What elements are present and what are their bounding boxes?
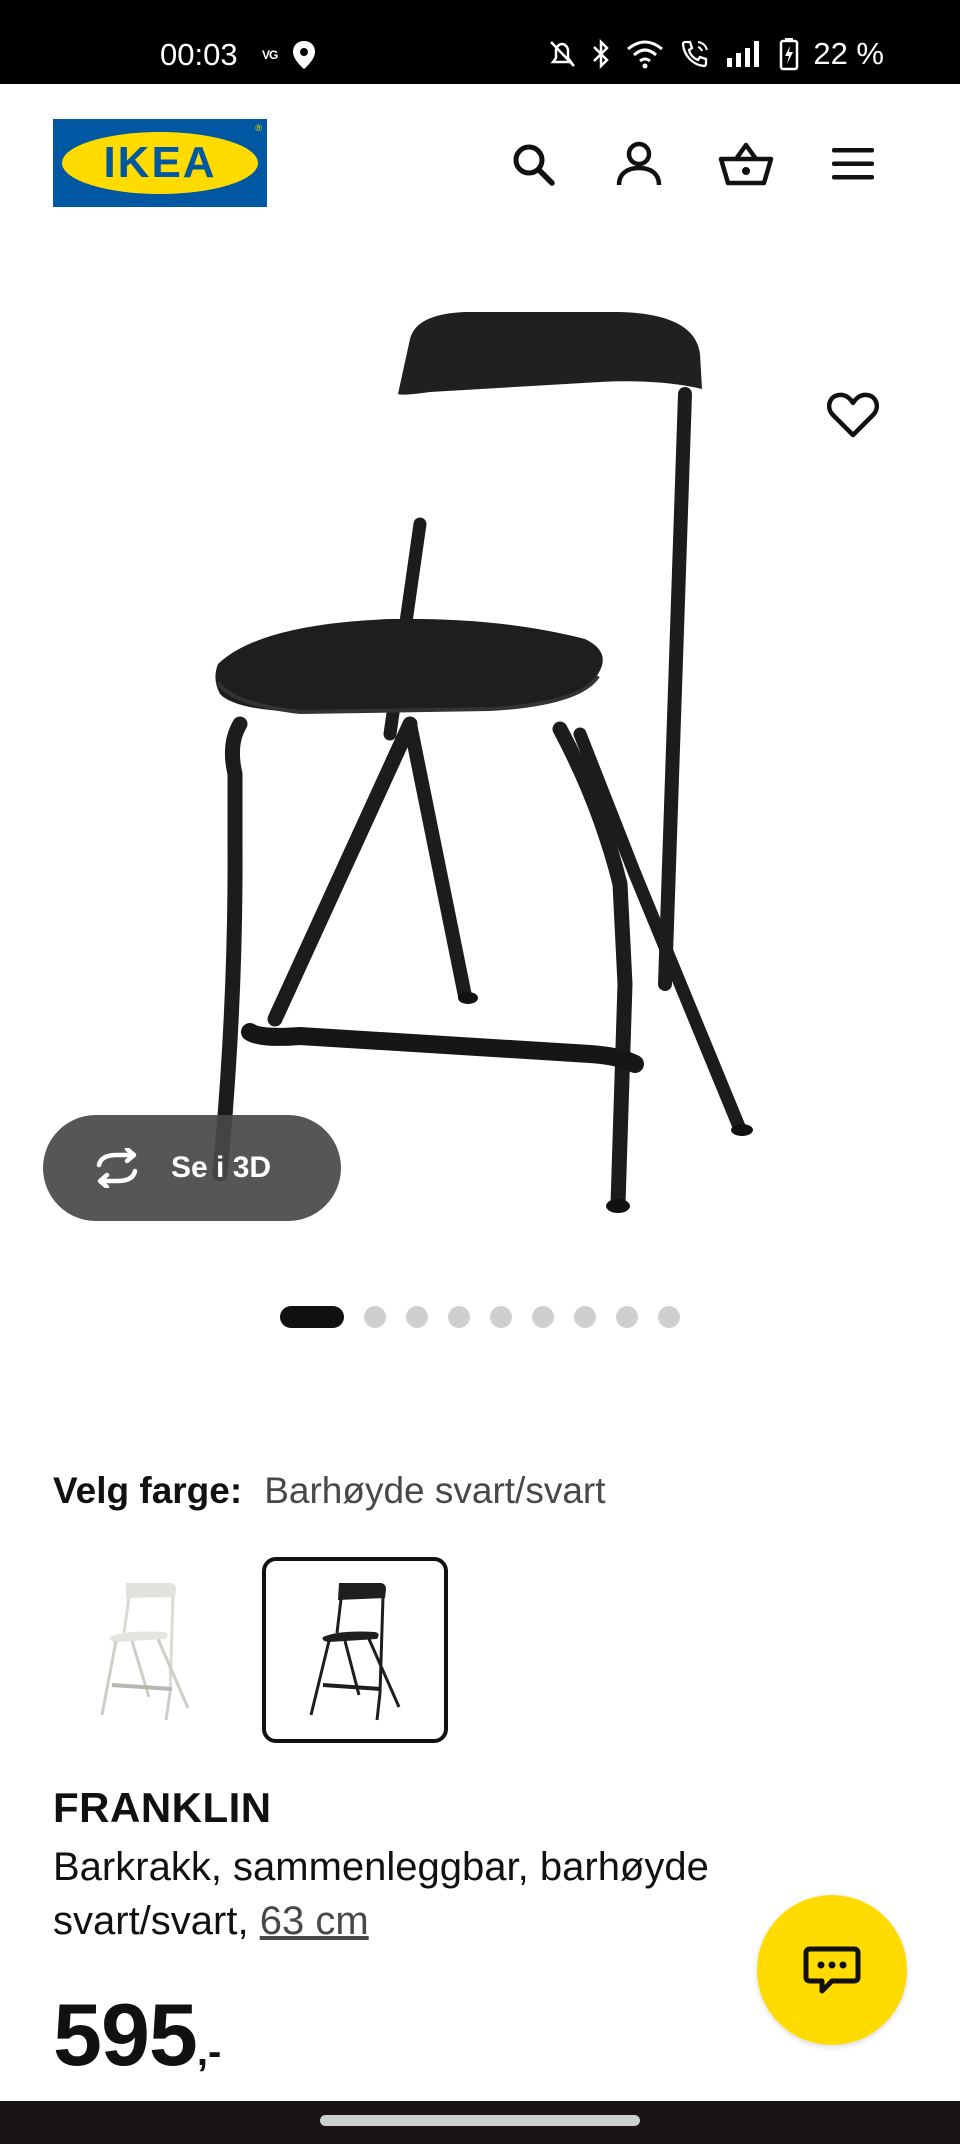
product-description-text: Barkrakk, sammenleggbar, barhøyde svart/… [53,1845,709,1943]
gallery-pagination [0,1306,960,1328]
pagination-dot[interactable] [406,1306,428,1328]
account-button[interactable] [609,134,669,194]
bluetooth-icon [593,38,610,70]
status-right-icons: 22 % [547,34,884,74]
product-measure-link[interactable]: 63 cm [260,1899,369,1943]
pagination-dot-active[interactable] [280,1306,344,1328]
color-selector-heading: Velg farge: Barhøyde svart/svart [53,1470,606,1512]
product-image[interactable] [180,284,800,1234]
pagination-dot[interactable] [532,1306,554,1328]
price-suffix: ,- [196,2030,222,2074]
view-in-3d-label: Se i 3D [171,1151,272,1184]
status-time: 00:03 [160,37,238,72]
search-button[interactable] [503,134,563,194]
product-name: FRANKLIN [53,1784,272,1831]
battery-icon [780,38,799,71]
menu-button[interactable] [823,134,883,194]
rotate-3d-icon [96,1148,138,1188]
white-stool-thumbnail [100,1583,190,1721]
registered-mark: ® [255,123,262,133]
vg-icon: VG [262,48,278,62]
favorite-button[interactable] [820,382,886,448]
product-gallery[interactable]: Se i 3D [0,244,960,1328]
site-header: IKEA ® [0,84,960,244]
status-left-icons: VG [262,36,317,74]
chat-button[interactable] [757,1895,907,2045]
location-pin-icon [293,41,316,69]
pagination-dot[interactable] [448,1306,470,1328]
price-amount: 595 [53,1985,198,2084]
menu-icon [832,148,874,180]
ikea-logo[interactable]: IKEA ® [53,119,267,207]
logo-text: IKEA [103,138,217,187]
basket-icon [718,142,774,186]
battery-percentage: 22 % [813,36,884,71]
call-icon [682,40,709,68]
product-description: Barkrakk, sammenleggbar, barhøyde svart/… [53,1840,813,1948]
signal-icon [727,41,760,67]
system-navigation-bar [0,2101,960,2144]
heart-icon [827,392,879,438]
view-in-3d-button[interactable]: Se i 3D [43,1115,341,1221]
pagination-dot[interactable] [658,1306,680,1328]
home-gesture-handle[interactable] [320,2115,640,2126]
pagination-dot[interactable] [616,1306,638,1328]
chat-icon [803,1946,861,1994]
product-price: 595,- [53,1990,221,2080]
color-label: Velg farge: [53,1470,243,1511]
status-bar: 00:03 VG 22 % [0,0,960,84]
pagination-dot[interactable] [574,1306,596,1328]
account-icon [616,141,662,186]
wifi-icon [627,40,664,69]
cart-button[interactable] [716,134,776,194]
mute-icon [550,41,576,67]
color-option-black[interactable] [262,1557,448,1743]
pagination-dot[interactable] [490,1306,512,1328]
color-value: Barhøyde svart/svart [264,1470,606,1511]
black-stool-thumbnail [309,1583,401,1721]
search-icon [513,144,555,186]
pagination-dot[interactable] [364,1306,386,1328]
color-option-white[interactable] [53,1557,239,1743]
